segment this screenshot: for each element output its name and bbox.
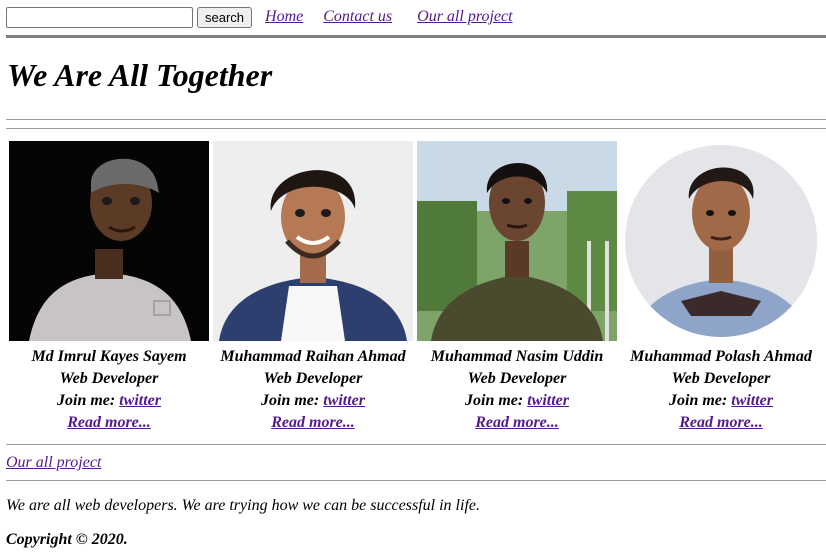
nav: Home Contact us Our all project (252, 8, 513, 26)
join-label: Join me: (465, 392, 524, 409)
read-more-link[interactable]: Read more... (475, 414, 559, 431)
footer-projects-link[interactable]: Our all project (6, 454, 101, 472)
read-more-link[interactable]: Read more... (271, 414, 355, 431)
copyright: Copyright © 2020. (6, 531, 128, 548)
read-more-row: Read more... (601, 412, 826, 434)
header-divider (6, 35, 826, 38)
team-member-role: Web Developer (671, 370, 771, 387)
search-input[interactable] (6, 6, 193, 28)
twitter-link[interactable]: twitter (119, 392, 161, 409)
nav-link-contact[interactable]: Contact us (323, 8, 392, 25)
team-info: Muhammad Polash Ahmad Web Developer Join… (601, 346, 826, 434)
team-join-row: Join me: twitter (601, 390, 826, 412)
team-card: Muhammad Polash Ahmad Web Developer Join… (621, 141, 821, 431)
top-bar: search Home Contact us Our all project (6, 5, 513, 29)
twitter-link[interactable]: twitter (731, 392, 773, 409)
team-photo (417, 141, 617, 341)
team-card: Md Imrul Kayes Sayem Web Developer Join … (9, 141, 209, 431)
twitter-link[interactable]: twitter (323, 392, 365, 409)
team-photo (213, 141, 413, 341)
title-divider-bottom (6, 128, 826, 129)
footer-description: We are all web developers. We are trying… (6, 497, 480, 514)
team-card: Muhammad Nasim Uddin Web Developer Join … (417, 141, 617, 431)
join-label: Join me: (57, 392, 116, 409)
nav-link-projects[interactable]: Our all project (417, 8, 512, 25)
footer-divider-top (6, 444, 826, 445)
team-member-name: Muhammad Polash Ahmad (630, 348, 812, 365)
team-photo (621, 141, 821, 341)
read-more-link[interactable]: Read more... (679, 414, 763, 431)
read-more-link[interactable]: Read more... (67, 414, 151, 431)
title-divider-top (6, 119, 826, 120)
twitter-link[interactable]: twitter (527, 392, 569, 409)
team-photo (9, 141, 209, 341)
join-label: Join me: (669, 392, 728, 409)
join-label: Join me: (261, 392, 320, 409)
footer-divider-bottom (6, 480, 826, 481)
page-title: We Are All Together (7, 57, 273, 93)
nav-link-home[interactable]: Home (265, 8, 303, 25)
search-button[interactable]: search (197, 6, 253, 28)
team-card: Muhammad Raihan Ahmad Web Developer Join… (213, 141, 413, 431)
